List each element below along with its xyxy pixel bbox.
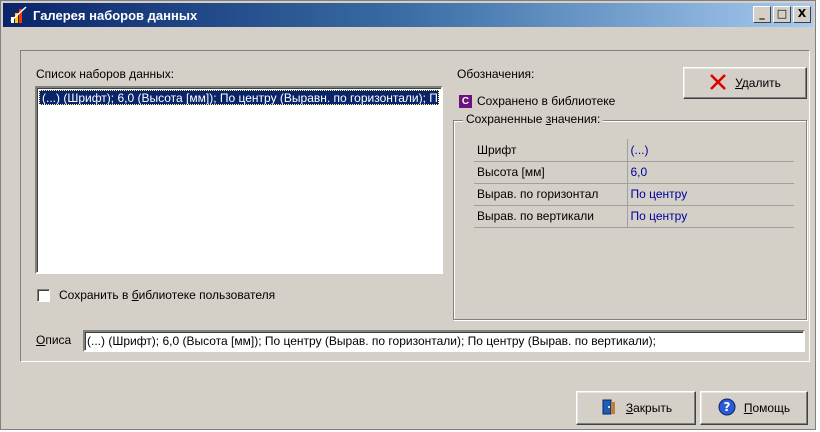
table-row[interactable]: Вырав. по вертикали По центру (474, 205, 794, 228)
list-label: Список наборов данных: (36, 67, 175, 81)
property-name: Вырав. по горизонтал (474, 183, 628, 206)
close-window-button[interactable]: X (793, 6, 811, 23)
save-user-library-checkbox[interactable] (37, 289, 50, 302)
saved-library-text: Сохранено в библиотеке (477, 94, 616, 108)
save-user-library-label[interactable]: Сохранить в библиотеке пользователя (59, 288, 275, 302)
property-name: Высота [мм] (474, 161, 628, 184)
help-button[interactable]: ? Помощь (700, 391, 808, 425)
maximize-button[interactable]: □ (773, 6, 791, 23)
property-value: (...) (627, 139, 794, 162)
saved-values-caption: Сохраненные значения: (463, 112, 604, 126)
red-x-icon (709, 73, 727, 94)
table-row[interactable]: Высота [мм] 6,0 (474, 161, 794, 184)
close-button[interactable]: Закрыть (576, 391, 696, 425)
property-name: Вырав. по вертикали (474, 205, 628, 228)
title-bar[interactable]: Галерея наборов данных _ □ X (3, 3, 813, 27)
svg-text:?: ? (723, 400, 730, 414)
legend-label: Обозначения: (457, 67, 535, 81)
door-exit-icon (600, 398, 618, 419)
property-value: По центру (627, 205, 794, 228)
window-title: Галерея наборов данных (33, 7, 198, 23)
saved-library-icon: С (459, 95, 472, 108)
datasets-listbox[interactable]: (...) (Шрифт); 6,0 (Высота [мм]); По цен… (35, 86, 443, 274)
close-button-label: Закрыть (625, 401, 673, 415)
saved-values-table: Шрифт (...) Высота [мм] 6,0 Вырав. по го… (474, 139, 794, 228)
app-chart-icon (9, 5, 29, 25)
help-icon: ? (718, 398, 736, 419)
property-value: 6,0 (627, 161, 794, 184)
gallery-dialog: Галерея наборов данных _ □ X Список набо… (0, 0, 816, 430)
description-field[interactable]: (...) (Шрифт); 6,0 (Высота [мм]); По цен… (83, 330, 805, 352)
description-label: Описа (36, 333, 72, 347)
minimize-button[interactable]: _ (753, 6, 771, 23)
list-item[interactable]: (...) (Шрифт); 6,0 (Высота [мм]); По цен… (39, 90, 439, 105)
table-row[interactable]: Вырав. по горизонтал По центру (474, 183, 794, 206)
property-name: Шрифт (474, 139, 628, 162)
table-row[interactable]: Шрифт (...) (474, 139, 794, 162)
delete-button[interactable]: Удалить (683, 67, 807, 99)
property-value: По центру (627, 183, 794, 206)
delete-button-label: Удалить (735, 76, 781, 90)
help-button-label: Помощь (743, 401, 791, 415)
